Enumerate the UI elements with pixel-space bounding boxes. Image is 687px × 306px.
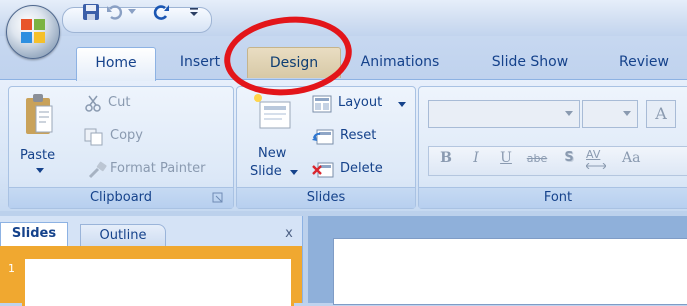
underline-button[interactable]: U bbox=[496, 150, 516, 170]
copy-icon bbox=[84, 128, 103, 146]
slides-group-label: Slides bbox=[237, 187, 415, 208]
slide-number: 1 bbox=[8, 262, 15, 275]
slide-thumbnail[interactable] bbox=[22, 256, 294, 306]
paste-button[interactable]: Paste bbox=[20, 90, 64, 176]
delete-icon bbox=[312, 162, 334, 178]
tab-home[interactable]: Home bbox=[76, 47, 156, 81]
font-size-dropdown-icon bbox=[623, 111, 631, 116]
tab-slides[interactable]: Slides bbox=[0, 222, 68, 247]
new-slide-button[interactable]: New Slide bbox=[248, 90, 304, 186]
tab-review[interactable]: Review bbox=[612, 47, 676, 77]
new-slide-icon bbox=[254, 94, 291, 129]
redo-icon[interactable] bbox=[150, 3, 172, 21]
shadow-button[interactable]: S bbox=[560, 150, 578, 170]
paste-label: Paste bbox=[20, 148, 56, 163]
clipboard-group-label: Clipboard bbox=[9, 187, 233, 208]
tab-insert[interactable]: Insert bbox=[170, 47, 230, 77]
office-logo-icon bbox=[21, 19, 45, 43]
format-painter-button[interactable]: Format Painter bbox=[84, 159, 224, 181]
reset-label: Reset bbox=[340, 128, 377, 143]
font-name-dropdown-icon bbox=[565, 111, 573, 116]
layout-dropdown-icon bbox=[398, 102, 406, 107]
cut-button[interactable]: Cut bbox=[84, 93, 204, 115]
tab-outline[interactable]: Outline bbox=[80, 224, 166, 247]
slide-canvas[interactable] bbox=[333, 238, 687, 305]
layout-button[interactable]: Layout bbox=[312, 93, 408, 115]
format-painter-label: Format Painter bbox=[110, 161, 206, 176]
font-group-label: Font bbox=[419, 187, 687, 208]
bold-button[interactable]: B bbox=[436, 150, 456, 170]
save-icon[interactable] bbox=[80, 3, 102, 21]
delete-label: Delete bbox=[340, 161, 383, 176]
grow-font-button[interactable]: A bbox=[646, 100, 676, 128]
reset-icon bbox=[312, 129, 334, 145]
layout-icon bbox=[312, 95, 332, 113]
copy-label: Copy bbox=[110, 128, 143, 143]
copy-button[interactable]: Copy bbox=[84, 126, 204, 148]
tab-animations[interactable]: Animations bbox=[352, 47, 448, 77]
clipboard-icon bbox=[26, 94, 53, 134]
font-size-combobox[interactable] bbox=[582, 100, 638, 128]
customize-toolbar-icon[interactable] bbox=[186, 3, 202, 21]
undo-dropdown-icon[interactable] bbox=[126, 3, 138, 21]
layout-label: Layout bbox=[338, 95, 383, 110]
font-name-combobox[interactable] bbox=[428, 100, 580, 128]
office-button[interactable] bbox=[6, 5, 60, 59]
dialog-launcher-icon[interactable] bbox=[212, 192, 224, 204]
undo-icon[interactable] bbox=[104, 3, 126, 21]
cut-label: Cut bbox=[108, 95, 131, 110]
spacing-arrows-icon bbox=[586, 163, 606, 169]
scissors-icon bbox=[85, 95, 101, 112]
delete-button[interactable]: Delete bbox=[312, 159, 408, 181]
strikethrough-button[interactable]: abe bbox=[522, 152, 552, 170]
italic-button[interactable]: I bbox=[466, 150, 486, 170]
character-spacing-button[interactable]: AV bbox=[584, 148, 612, 172]
tab-slide-show[interactable]: Slide Show bbox=[480, 47, 580, 77]
new-slide-label-line2: Slide bbox=[250, 164, 282, 179]
close-panel-button[interactable]: x bbox=[282, 226, 296, 242]
character-spacing-label: AV bbox=[586, 148, 601, 161]
new-slide-label-line1: New bbox=[258, 146, 287, 161]
paste-dropdown-icon bbox=[36, 168, 44, 173]
new-slide-dropdown-icon bbox=[290, 170, 298, 175]
change-case-button[interactable]: Aa bbox=[622, 150, 650, 170]
reset-button[interactable]: Reset bbox=[312, 126, 408, 148]
paintbrush-icon bbox=[88, 161, 107, 179]
